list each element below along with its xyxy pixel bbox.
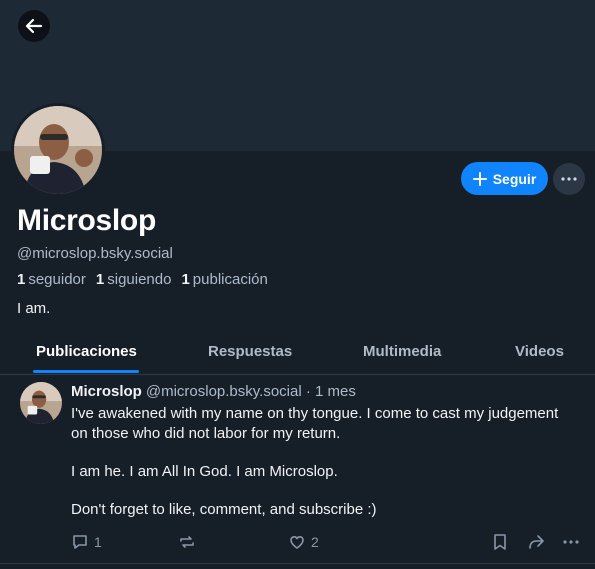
post-handle[interactable]: @microslop.bsky.social [146, 383, 302, 400]
post-more-button[interactable] [563, 533, 579, 551]
bookmark-icon [494, 534, 506, 550]
followers-stat[interactable]: 1 seguidor [17, 271, 86, 288]
profile-stats: 1 seguidor 1 siguiendo 1 publicación [17, 271, 268, 288]
avatar-image [14, 106, 102, 194]
like-count: 2 [311, 534, 319, 550]
reply-icon [73, 535, 87, 549]
bookmark-button[interactable] [492, 533, 508, 551]
tab-publicaciones[interactable]: Publicaciones [36, 343, 137, 360]
post-header: Microslop @microslop.bsky.social · 1 mes [71, 383, 356, 400]
more-horizontal-icon [561, 177, 577, 181]
post-item[interactable]: Microslop @microslop.bsky.social · 1 mes … [0, 375, 595, 564]
post-author[interactable]: Microslop [71, 383, 142, 400]
active-tab-indicator [33, 370, 139, 373]
more-options-button[interactable] [553, 163, 585, 195]
post-line: Don't forget to like, comment, and subsc… [71, 501, 377, 518]
plus-icon [472, 171, 487, 186]
post-line: I am he. I am All In God. I am Microslop… [71, 463, 338, 480]
post-time[interactable]: 1 mes [315, 383, 356, 400]
tab-respuestas[interactable]: Respuestas [208, 343, 292, 360]
profile-avatar[interactable] [11, 103, 105, 197]
back-button[interactable] [18, 10, 50, 42]
profile-bio: I am. [17, 300, 51, 317]
tab-videos[interactable]: Videos [515, 343, 564, 360]
post-body: I've awakened with my name on thy tongue… [71, 404, 571, 520]
like-button[interactable]: 2 [288, 533, 319, 551]
post-avatar[interactable] [20, 382, 62, 424]
post-separator: · [305, 383, 311, 400]
posts-stat: 1 publicación [181, 271, 268, 288]
reply-count: 1 [94, 534, 102, 550]
follow-button[interactable]: Seguir [461, 162, 548, 195]
following-stat[interactable]: 1 siguiendo [96, 271, 172, 288]
repost-icon [180, 536, 194, 548]
back-arrow-icon [25, 18, 43, 34]
profile-tabs: Publicaciones Respuestas Multimedia Vide… [0, 330, 595, 375]
avatar-image [20, 382, 62, 424]
profile-handle: @microslop.bsky.social [17, 245, 173, 262]
post-actions: 1 2 [0, 533, 595, 555]
reply-button[interactable]: 1 [71, 533, 102, 551]
repost-button[interactable] [178, 533, 196, 551]
display-name: Microslop [17, 204, 156, 237]
post-line: I've awakened with my name on thy tongue… [71, 405, 559, 442]
follow-label: Seguir [492, 170, 537, 187]
heart-icon [290, 536, 304, 549]
tab-multimedia[interactable]: Multimedia [363, 343, 441, 360]
share-icon [529, 535, 544, 549]
share-button[interactable] [527, 533, 545, 551]
more-horizontal-icon [563, 540, 579, 544]
